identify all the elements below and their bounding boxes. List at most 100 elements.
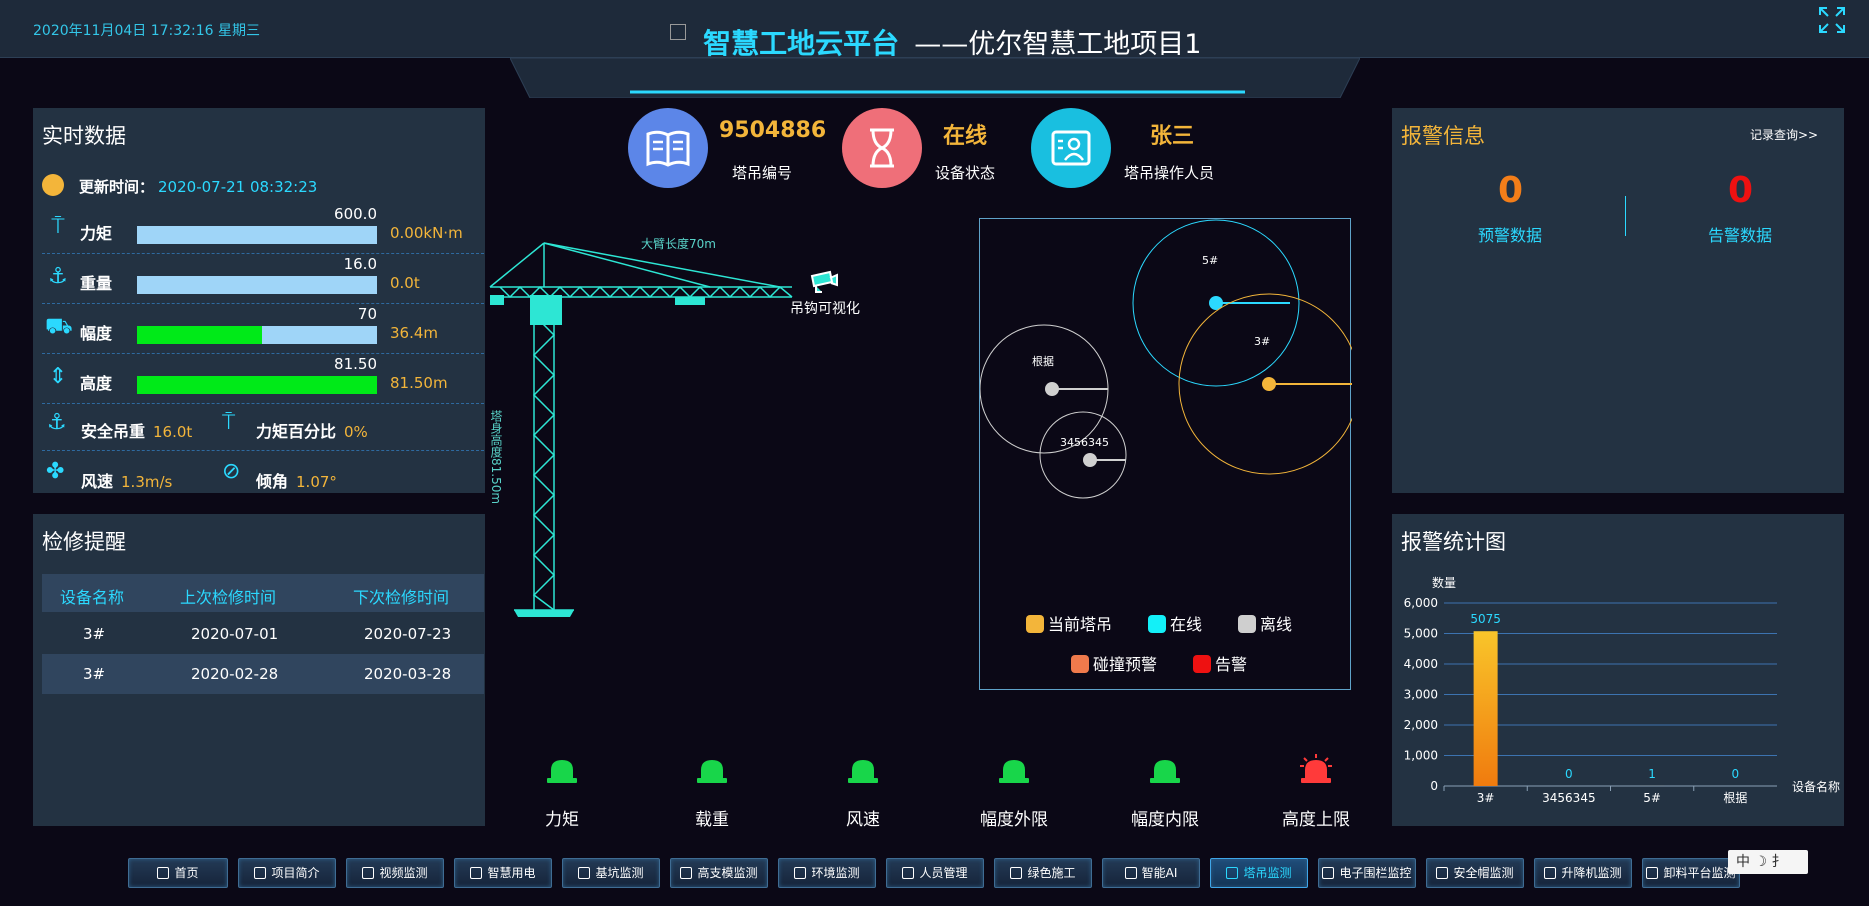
col-next: 下次检修时间 — [353, 588, 450, 607]
safe-load-label: 安全吊重 — [81, 422, 146, 441]
table-row[interactable]: 3# 2020-02-28 2020-03-28 — [42, 654, 484, 694]
tilt-angle: 倾角 1.07° — [256, 468, 337, 492]
torque-pct-value: 0% — [344, 423, 368, 441]
torque-percent: 力矩百分比 0% — [256, 418, 368, 442]
nav-icon — [470, 867, 483, 879]
record-query-link[interactable]: 记录查询>> — [1750, 126, 1818, 143]
nav-icon — [362, 867, 375, 879]
row-max: 16.0 — [343, 255, 377, 273]
operator-icon — [1051, 130, 1091, 166]
crane-torque-icon: ⍑ — [51, 214, 65, 239]
nav-icon — [1322, 867, 1335, 879]
progress-fill — [137, 376, 377, 394]
nav-item[interactable]: 高支模监测 — [670, 858, 768, 888]
nav-icon — [1436, 867, 1449, 879]
nav-label: 绿色施工 — [1027, 866, 1076, 880]
nav-item[interactable]: 电子围栏监控 — [1318, 858, 1416, 888]
nav-item[interactable]: 项目简介 — [238, 858, 336, 888]
hourglass-icon — [870, 128, 894, 168]
nav-icon — [1226, 867, 1239, 879]
camera-icon[interactable] — [810, 270, 840, 294]
safe-load-value: 16.0t — [153, 423, 193, 441]
warning-label: 预警数据 — [1478, 226, 1543, 245]
chart-bar — [1473, 631, 1498, 786]
row-max: 81.50 — [334, 355, 377, 373]
alarm-light-label: 高度上限 — [1282, 810, 1350, 830]
nav-item[interactable]: 基坑监测 — [562, 858, 660, 888]
alarm-divider — [1625, 196, 1626, 236]
row-label: 重量 — [80, 274, 113, 293]
maintenance-table-header: 设备名称 上次检修时间 下次检修时间 — [42, 574, 484, 612]
row-value: 0.0t — [390, 274, 420, 292]
nav-icon — [1010, 867, 1023, 879]
legend-swatch — [1238, 615, 1256, 633]
datetime: 2020年11月04日 17:32:16 星期三 — [33, 23, 261, 39]
page-title: 智慧工地云平台 ——优尔智慧工地项目1 — [670, 22, 1201, 62]
nav-item[interactable]: 视频监测 — [346, 858, 444, 888]
data-label: 5075 — [1470, 612, 1501, 626]
x-axis-title: 设备名称 — [1792, 779, 1840, 794]
legend-label: 离线 — [1260, 615, 1293, 634]
crane-id-value: 9504886 — [719, 118, 827, 143]
safe-load: 安全吊重 16.0t — [81, 418, 192, 442]
crane-diagram — [489, 242, 793, 617]
update-label: 更新时间： — [79, 178, 155, 196]
map-label-genju: 根据 — [1032, 354, 1054, 368]
x-tick-label: 3# — [1477, 791, 1495, 805]
height-label: 塔身高度81.50m — [489, 410, 503, 505]
legend-collision: 碰撞预警 — [1071, 651, 1157, 675]
nav-item[interactable]: 首页 — [128, 858, 228, 888]
row-value: 0.00kN·m — [390, 224, 463, 242]
cell-next: 2020-03-28 — [364, 665, 452, 683]
y-tick-label: 4,000 — [1404, 657, 1438, 671]
nav-item[interactable]: 环境监测 — [778, 858, 876, 888]
nav-icon — [254, 867, 267, 879]
tilt-value: 1.07° — [296, 473, 337, 491]
status-label: 设备状态 — [935, 164, 996, 182]
crane-id-badge — [628, 108, 708, 188]
legend-swatch — [1071, 655, 1089, 673]
tilt-icon: ⊘ — [222, 459, 241, 484]
row-label: 幅度 — [80, 324, 113, 343]
y-axis-title: 数量 — [1432, 575, 1456, 590]
nav-label: 高支模监测 — [697, 866, 758, 880]
legend-label: 告警 — [1215, 655, 1248, 674]
nav-item[interactable]: 绿色施工 — [994, 858, 1092, 888]
warning-count: 0 — [1498, 170, 1524, 211]
legend-swatch — [1148, 615, 1166, 633]
hook-visual-label[interactable]: 吊钩可视化 — [790, 298, 860, 318]
nav-icon — [1646, 867, 1659, 879]
realtime-row: ⍑ 力矩 600.0 0.00kN·m — [42, 204, 484, 254]
alarm-light-label: 幅度外限 — [980, 810, 1048, 830]
alarm-title: 报警信息 — [1401, 124, 1485, 148]
progress-bar — [137, 326, 377, 344]
title-main: 智慧工地云平台 — [703, 27, 900, 60]
legend-current: 当前塔吊 — [1026, 611, 1112, 635]
table-row[interactable]: 3# 2020-07-01 2020-07-23 — [42, 614, 484, 654]
progress-fill — [137, 326, 262, 344]
alarm-chart-title: 报警统计图 — [1401, 530, 1506, 554]
operator-label: 塔吊操作人员 — [1124, 164, 1215, 182]
nav-item[interactable]: 智慧用电 — [454, 858, 552, 888]
legend-alarm: 告警 — [1193, 651, 1247, 675]
nav-icon — [1124, 867, 1137, 879]
fan-icon: ✤ — [46, 459, 65, 484]
nav-item[interactable]: 塔吊监测 — [1210, 858, 1308, 888]
row-max: 70 — [357, 305, 377, 323]
nav-item[interactable]: 安全帽监测 — [1426, 858, 1524, 888]
map-circle-3456345 — [1039, 411, 1127, 499]
x-tick-label: 5# — [1643, 791, 1661, 805]
alarm-lamp-icon — [547, 760, 577, 783]
wind-speed: 风速 1.3m/s — [81, 468, 172, 492]
nav-label: 升降机监测 — [1561, 866, 1622, 880]
fullscreen-icon[interactable] — [1818, 6, 1846, 34]
nav-item[interactable]: 智能AI — [1102, 858, 1200, 888]
progress-bar — [137, 376, 377, 394]
nav-item[interactable]: 人员管理 — [886, 858, 984, 888]
alarm-count: 0 — [1728, 170, 1754, 211]
cell-last: 2020-07-01 — [191, 625, 279, 643]
row-max: 600.0 — [334, 205, 377, 223]
alarm-light-label: 幅度内限 — [1131, 810, 1199, 830]
nav-item[interactable]: 升降机监测 — [1534, 858, 1632, 888]
nav-item[interactable]: 卸料平台监测 — [1642, 858, 1740, 888]
